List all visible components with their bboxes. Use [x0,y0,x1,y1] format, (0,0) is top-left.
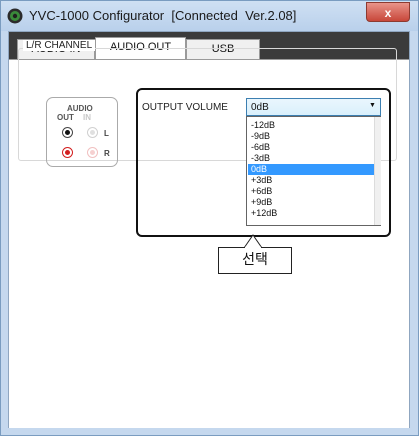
app-window: YVC-1000 Configurator [Connected Ver.2.0… [0,0,419,436]
callout-pointer-cover [245,246,261,249]
